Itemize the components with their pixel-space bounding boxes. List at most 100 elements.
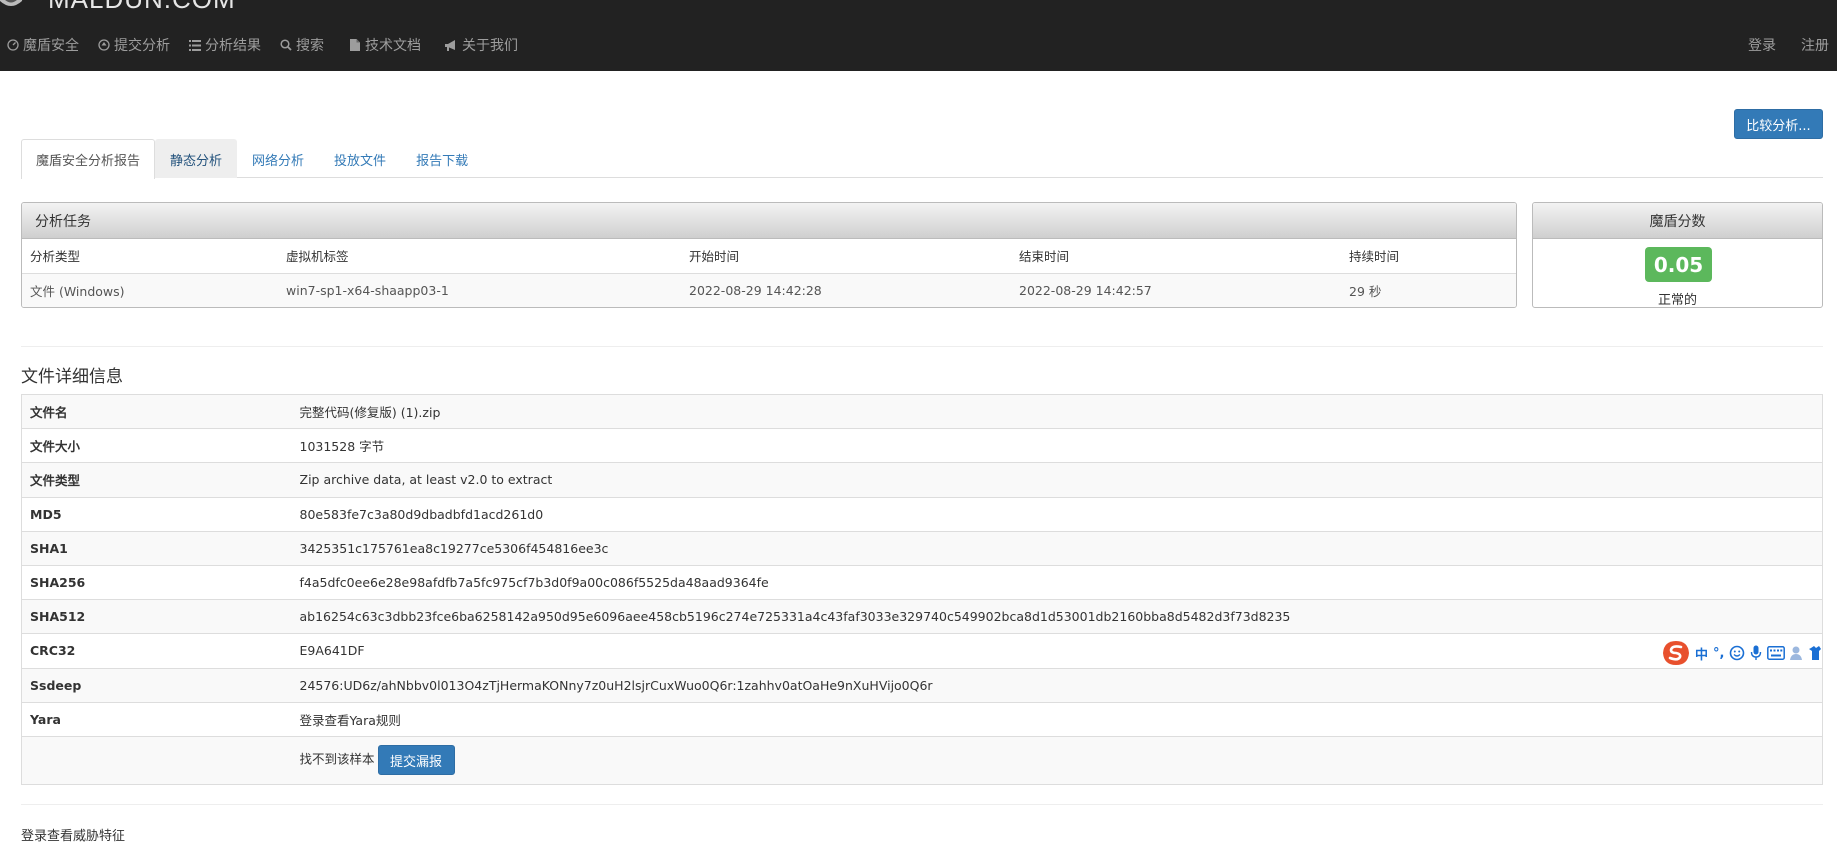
detail-key: Yara bbox=[21, 701, 292, 737]
detail-key: 文件大小 bbox=[21, 428, 292, 463]
nav-item-search[interactable]: 搜索 bbox=[273, 30, 330, 60]
nav-item-label: 提交分析 bbox=[114, 38, 170, 54]
task-table: 分析类型 虚拟机标签 开始时间 结束时间 持续时间 文件 (Windows) w… bbox=[22, 239, 1516, 307]
section-title: 文件详细信息 bbox=[21, 367, 123, 387]
score-panel: 魔盾分数 0.05 正常的 bbox=[1532, 202, 1823, 308]
tab-report-download[interactable]: 报告下载 bbox=[401, 139, 483, 178]
not-found-text: 找不到该样本 bbox=[299, 751, 375, 767]
document-icon bbox=[348, 39, 361, 52]
tab-dropped-files[interactable]: 投放文件 bbox=[319, 139, 401, 178]
column-header: 虚拟机标签 bbox=[278, 239, 681, 274]
bullhorn-icon bbox=[445, 39, 458, 52]
detail-key: SHA256 bbox=[21, 564, 292, 600]
report-cell: 找不到该样本 提交漏报 bbox=[291, 735, 1823, 785]
nav-item-label: 搜索 bbox=[296, 38, 324, 54]
list-icon bbox=[188, 39, 201, 52]
table-row: SHA512 ab16254c63c3dbb23fce6ba6258142a950… bbox=[21, 599, 1823, 634]
nav-item-results[interactable]: 分析结果 bbox=[182, 30, 267, 60]
top-navbar: MALDUN.COM 魔盾安全 提交分析 分析结果 搜索 bbox=[0, 0, 1837, 71]
brand-name: MALDUN.COM bbox=[48, 0, 236, 15]
table-row: 文件 (Windows) win7-sp1-x64-shaapp03-1 202… bbox=[22, 273, 1516, 307]
detail-value: 1031528 字节 bbox=[291, 428, 1823, 463]
detail-key: MD5 bbox=[21, 496, 292, 532]
file-details-table: 文件名 完整代码(修复版) (1).zip 文件大小 1031528 字节 文件类型… bbox=[21, 393, 1823, 785]
table-row: Ssdeep 24576:UD6z/ahNbbv0l013O4zTjHermaKO… bbox=[21, 667, 1823, 703]
detail-key: 文件名 bbox=[21, 393, 292, 429]
table-row: SHA256 f4a5dfc0ee6e28e98afdfb7a5fc975cf7b… bbox=[21, 564, 1823, 600]
analysis-task-panel: 分析任务 分析类型 虚拟机标签 开始时间 结束时间 持续时间 文件 (Windo… bbox=[21, 202, 1517, 308]
yara-login-link[interactable]: 登录查看Yara规则 bbox=[291, 701, 1823, 737]
end-time: 2022-08-29 14:42:57 bbox=[1011, 273, 1341, 307]
ime-punctuation-toggle[interactable]: °, bbox=[1713, 643, 1724, 663]
panel-title: 分析任务 bbox=[22, 203, 1516, 239]
login-threat-link[interactable]: 登录查看威胁特征 bbox=[21, 825, 125, 844]
detail-value: ab16254c63c3dbb23fce6ba6258142a950d95e60… bbox=[291, 599, 1823, 634]
auth-nav: 登录 注册 bbox=[1731, 30, 1837, 60]
tab-report[interactable]: 魔盾安全分析报告 bbox=[21, 139, 156, 179]
nav-item-about[interactable]: 关于我们 bbox=[439, 30, 524, 60]
divider bbox=[21, 346, 1823, 347]
skin-shirt-icon[interactable] bbox=[1809, 645, 1822, 661]
column-header: 分析类型 bbox=[22, 239, 278, 274]
detail-value: E9A641DF bbox=[291, 633, 1823, 668]
start-time: 2022-08-29 14:42:28 bbox=[681, 273, 1011, 307]
table-row: SHA1 3425351c175761ea8c19277ce5306f454816… bbox=[21, 530, 1823, 566]
nav-item-label: 技术文档 bbox=[365, 38, 421, 54]
table-header-row: 分析类型 虚拟机标签 开始时间 结束时间 持续时间 bbox=[22, 239, 1516, 274]
detail-key: CRC32 bbox=[21, 633, 292, 668]
column-header: 持续时间 bbox=[1341, 239, 1516, 274]
emoji-icon[interactable] bbox=[1729, 645, 1745, 661]
main-nav: 魔盾安全 提交分析 分析结果 搜索 技术文档 关于我们 bbox=[0, 30, 524, 60]
table-row: 文件名 完整代码(修复版) (1).zip bbox=[21, 393, 1823, 429]
empty-cell bbox=[21, 735, 292, 785]
table-row: 找不到该样本 提交漏报 bbox=[21, 735, 1823, 785]
nav-item-label: 分析结果 bbox=[205, 38, 261, 54]
search-icon bbox=[279, 39, 292, 52]
nav-item-docs[interactable]: 技术文档 bbox=[342, 30, 427, 60]
keyboard-icon[interactable] bbox=[1767, 646, 1786, 660]
nav-item-label: 关于我们 bbox=[462, 38, 518, 54]
login-link[interactable]: 登录 bbox=[1731, 30, 1784, 60]
detail-key: SHA512 bbox=[21, 599, 292, 634]
upload-circle-icon bbox=[97, 39, 110, 52]
tab-network-analysis[interactable]: 网络分析 bbox=[237, 139, 319, 178]
detail-key: SHA1 bbox=[21, 530, 292, 566]
dashboard-icon bbox=[6, 39, 19, 52]
detail-value: f4a5dfc0ee6e28e98afdfb7a5fc975cf7b3d0f9a… bbox=[291, 564, 1823, 600]
detail-value: Zip archive data, at least v2.0 to extra… bbox=[291, 462, 1823, 498]
register-link[interactable]: 注册 bbox=[1784, 30, 1837, 60]
ime-toolbar: 中 °, bbox=[1662, 639, 1822, 667]
detail-value: 3425351c175761ea8c19277ce5306f454816ee3c bbox=[291, 530, 1823, 566]
user-icon[interactable] bbox=[1790, 645, 1804, 661]
report-tabs: 魔盾安全分析报告 静态分析 网络分析 投放文件 报告下载 bbox=[21, 139, 1823, 179]
detail-value: 24576:UD6z/ahNbbv0l013O4zTjHermaKONny7z0… bbox=[291, 667, 1823, 703]
ime-language-toggle[interactable]: 中 bbox=[1695, 643, 1708, 663]
score-badge: 0.05 bbox=[1645, 247, 1712, 282]
compare-analysis-button[interactable]: 比较分析... bbox=[1734, 109, 1823, 139]
detail-key: Ssdeep bbox=[21, 667, 292, 703]
submit-false-negative-button[interactable]: 提交漏报 bbox=[377, 745, 455, 776]
nav-item-submit[interactable]: 提交分析 bbox=[91, 30, 176, 60]
table-row: 文件大小 1031528 字节 bbox=[21, 428, 1823, 463]
vm-label: win7-sp1-x64-shaapp03-1 bbox=[278, 273, 681, 307]
detail-key: 文件类型 bbox=[21, 462, 292, 498]
tab-static-analysis[interactable]: 静态分析 bbox=[155, 139, 238, 178]
detail-value: 完整代码(修复版) (1).zip bbox=[291, 393, 1823, 429]
sogou-logo-icon[interactable] bbox=[1662, 640, 1690, 666]
panel-title: 魔盾分数 bbox=[1533, 203, 1822, 239]
column-header: 开始时间 bbox=[681, 239, 1011, 274]
table-row: 文件类型 Zip archive data, at least v2.0 to e… bbox=[21, 462, 1823, 498]
table-row: MD5 80e583fe7c3a80d9dbadbfd1acd261d0 bbox=[21, 496, 1823, 532]
nav-item-label: 魔盾安全 bbox=[23, 38, 79, 54]
duration: 29 秒 bbox=[1341, 273, 1516, 307]
column-header: 结束时间 bbox=[1011, 239, 1341, 274]
detail-value: 80e583fe7c3a80d9dbadbfd1acd261d0 bbox=[291, 496, 1823, 532]
table-row: CRC32 E9A641DF bbox=[21, 633, 1823, 668]
nav-item-home[interactable]: 魔盾安全 bbox=[0, 30, 85, 60]
brand[interactable]: MALDUN.COM bbox=[0, 0, 236, 15]
divider bbox=[21, 804, 1823, 805]
table-row: Yara 登录查看Yara规则 bbox=[21, 701, 1823, 737]
microphone-icon[interactable] bbox=[1750, 645, 1762, 661]
score-verdict: 正常的 bbox=[1657, 293, 1697, 308]
analysis-type: 文件 (Windows) bbox=[22, 273, 278, 307]
